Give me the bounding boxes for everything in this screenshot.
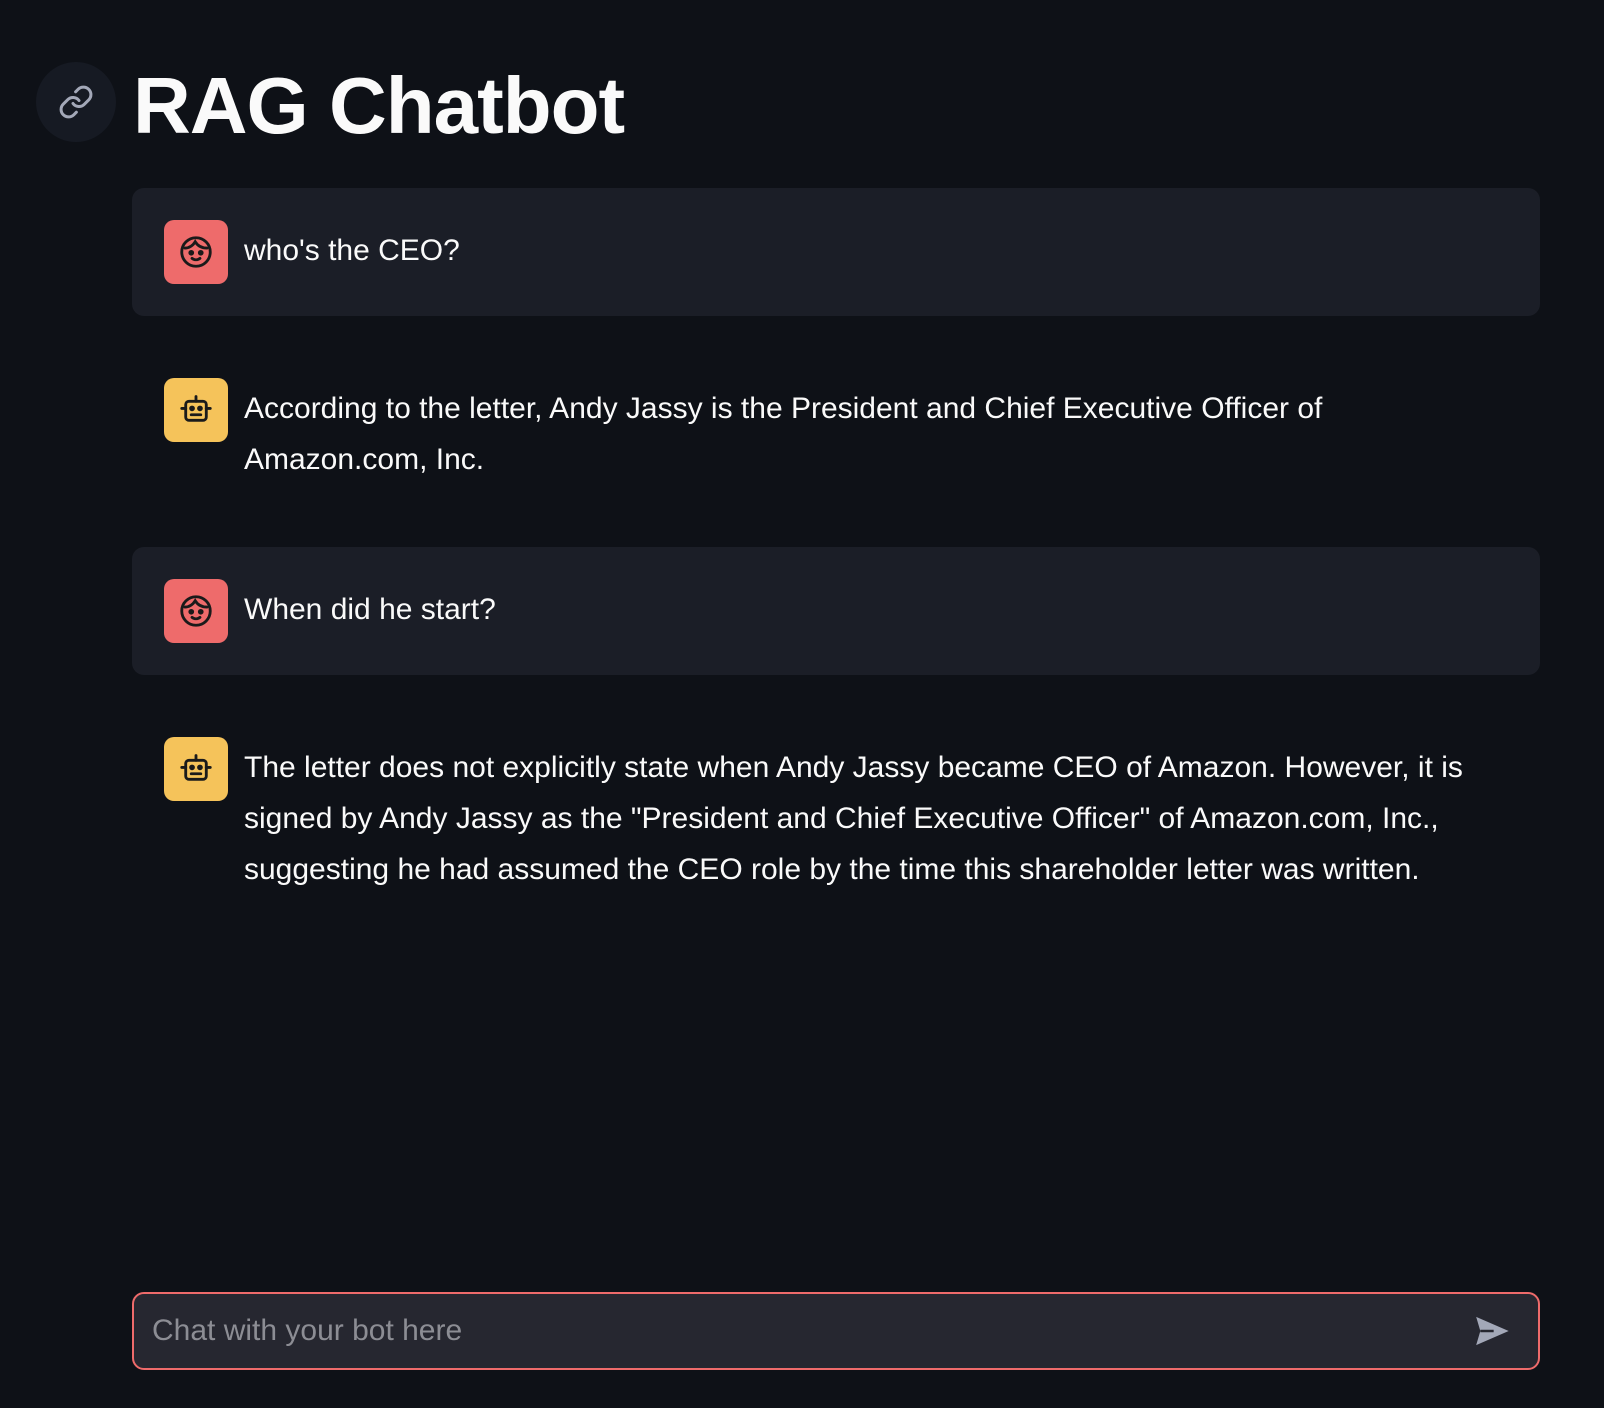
assistant-avatar [164, 378, 228, 442]
chat-message-assistant: The letter does not explicitly state whe… [132, 705, 1540, 927]
chat-message-assistant: According to the letter, Andy Jassy is t… [132, 346, 1540, 517]
app-root: RAG Chatbot who's the CEO? According to … [0, 0, 1604, 1408]
user-face-icon [180, 595, 212, 627]
chat-message-user: When did he start? [132, 547, 1540, 675]
link-icon[interactable] [36, 62, 116, 142]
chat-input-bar [132, 1292, 1540, 1370]
user-face-icon [180, 236, 212, 268]
robot-icon [180, 395, 212, 422]
send-button[interactable] [1456, 1295, 1528, 1367]
chat-message-user: who's the CEO? [132, 188, 1540, 316]
robot-icon [180, 754, 212, 781]
user-avatar [164, 220, 228, 284]
message-text: According to the letter, Andy Jassy is t… [244, 392, 1323, 476]
user-avatar [164, 579, 228, 643]
message-text: who's the CEO? [244, 234, 460, 267]
send-icon [1476, 1316, 1509, 1346]
message-text: When did he start? [244, 593, 496, 626]
message-text: The letter does not explicitly state whe… [244, 751, 1463, 886]
assistant-avatar [164, 737, 228, 801]
chat-input[interactable] [134, 1294, 1456, 1368]
chat-message-list: who's the CEO? According to the letter, … [132, 188, 1540, 957]
page-title: RAG Chatbot [133, 61, 625, 150]
